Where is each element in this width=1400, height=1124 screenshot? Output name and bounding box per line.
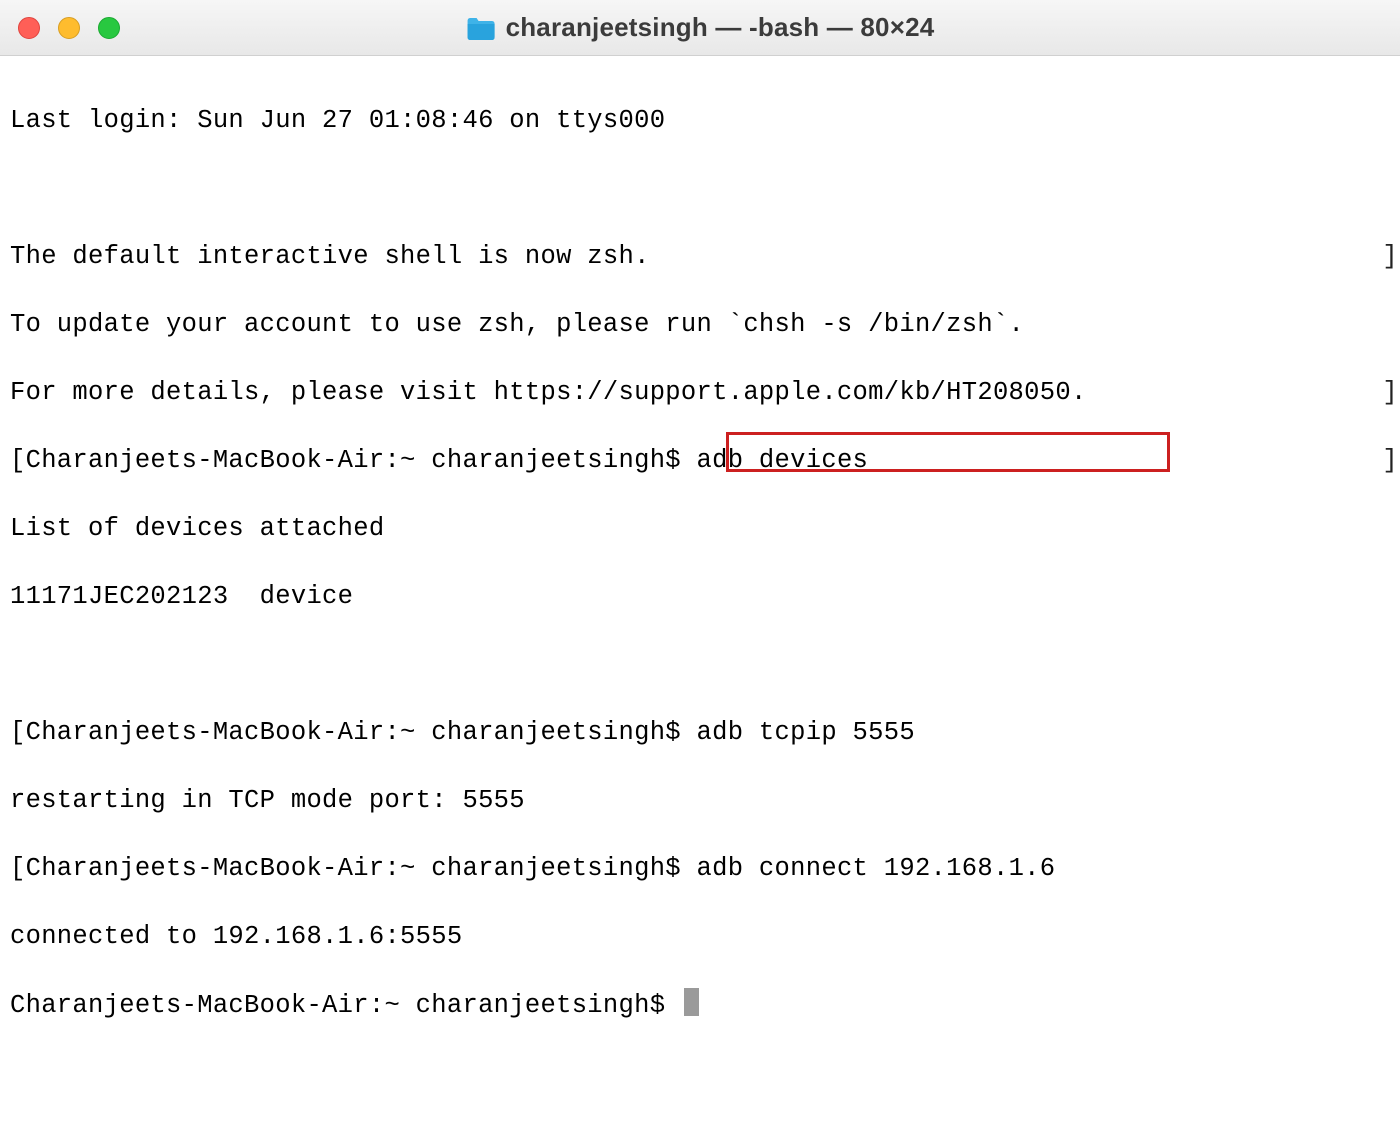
prompt: [Charanjeets-MacBook-Air:~ charanjeetsin… xyxy=(10,854,697,883)
prompt: Charanjeets-MacBook-Air:~ charanjeetsing… xyxy=(10,991,681,1020)
terminal-line: For more details, please visit https://s… xyxy=(10,376,1390,410)
home-folder-icon xyxy=(466,15,496,41)
terminal-line: Charanjeets-MacBook-Air:~ charanjeetsing… xyxy=(10,988,1390,1022)
terminal-line: restarting in TCP mode port: 5555 xyxy=(10,784,1390,818)
terminal-line: Last login: Sun Jun 27 01:08:46 on ttys0… xyxy=(10,104,1390,138)
terminal-line: To update your account to use zsh, pleas… xyxy=(10,308,1390,342)
window-title-text: charanjeetsingh — -bash — 80×24 xyxy=(506,12,935,43)
right-bracket: ] xyxy=(1382,376,1398,410)
terminal-line xyxy=(10,172,1390,206)
terminal-content[interactable]: Last login: Sun Jun 27 01:08:46 on ttys0… xyxy=(0,56,1400,1124)
terminal-line: [Charanjeets-MacBook-Air:~ charanjeetsin… xyxy=(10,444,1390,478)
minimize-button[interactable] xyxy=(58,17,80,39)
window-titlebar: charanjeetsingh — -bash — 80×24 xyxy=(0,0,1400,56)
terminal-line: List of devices attached xyxy=(10,512,1390,546)
terminal-line: 11171JEC202123 device xyxy=(10,580,1390,614)
terminal-line: [Charanjeets-MacBook-Air:~ charanjeetsin… xyxy=(10,716,1390,750)
terminal-line: connected to 192.168.1.6:5555 xyxy=(10,920,1390,954)
prompt: [Charanjeets-MacBook-Air:~ charanjeetsin… xyxy=(10,446,697,475)
terminal-line: The default interactive shell is now zsh… xyxy=(10,240,1390,274)
right-bracket: ] xyxy=(1382,240,1398,274)
command: adb tcpip 5555 xyxy=(697,718,915,747)
cursor xyxy=(684,988,699,1016)
window-title-group: charanjeetsingh — -bash — 80×24 xyxy=(466,12,935,43)
right-bracket: ] xyxy=(1382,444,1398,478)
command-highlighted: adb connect 192.168.1.6 xyxy=(697,854,1056,883)
traffic-lights xyxy=(0,17,120,39)
close-button[interactable] xyxy=(18,17,40,39)
maximize-button[interactable] xyxy=(98,17,120,39)
terminal-line: [Charanjeets-MacBook-Air:~ charanjeetsin… xyxy=(10,852,1390,886)
command: adb devices xyxy=(697,446,869,475)
terminal-line xyxy=(10,648,1390,682)
prompt: [Charanjeets-MacBook-Air:~ charanjeetsin… xyxy=(10,718,697,747)
